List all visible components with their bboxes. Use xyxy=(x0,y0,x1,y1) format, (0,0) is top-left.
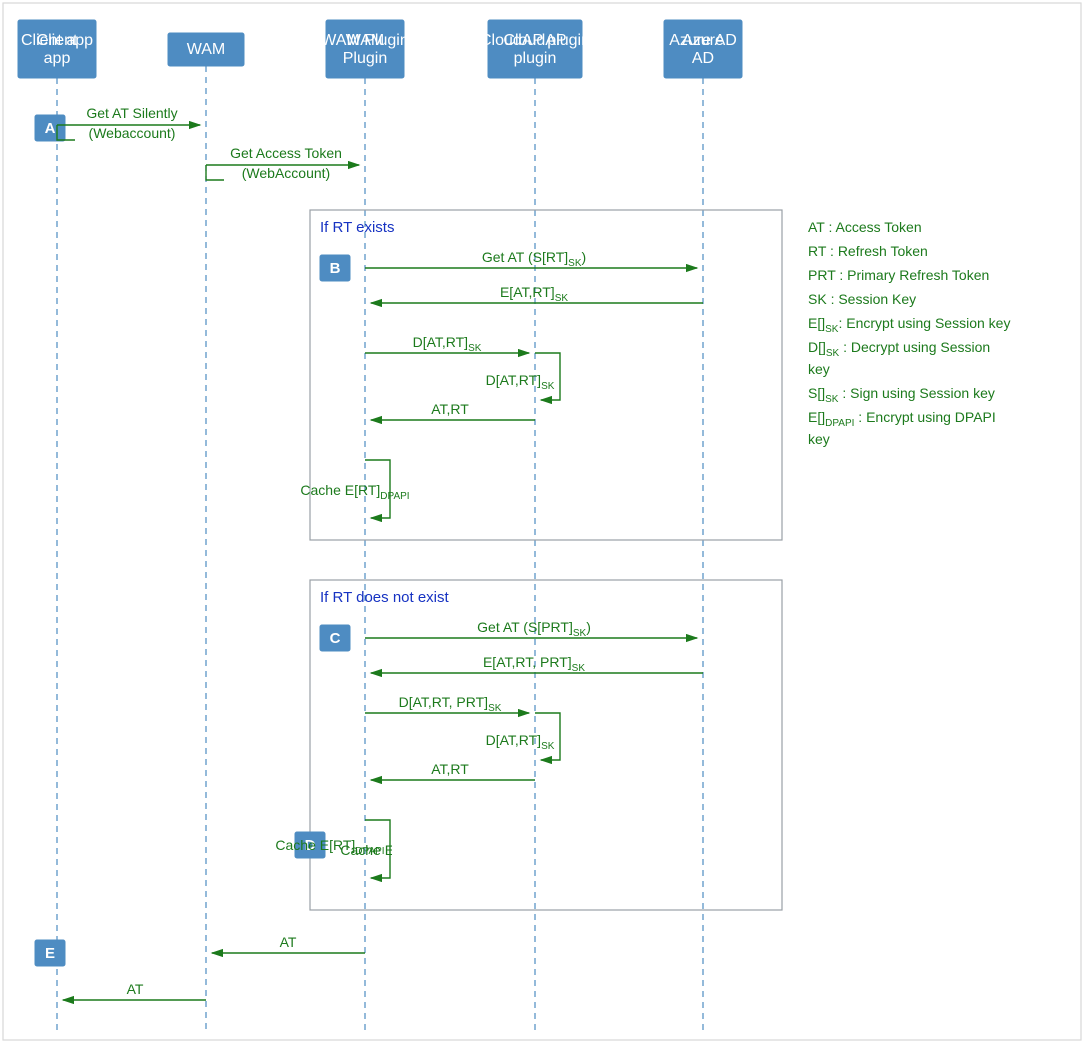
svg-text:AT: AT xyxy=(280,934,297,950)
svg-text:AT,RT: AT,RT xyxy=(431,401,469,417)
svg-text:E[AT,RT, PRT]SK: E[AT,RT, PRT]SK xyxy=(483,654,585,674)
svg-text:AT : Access Token: AT : Access Token xyxy=(808,219,922,235)
svg-text:If RT exists: If RT exists xyxy=(320,219,394,236)
svg-text:WAMPlugin: WAMPlugin xyxy=(343,32,387,67)
svg-text:E: E xyxy=(45,945,55,962)
svg-text:Cache E[RT]DPAPI: Cache E[RT]DPAPI xyxy=(300,482,409,502)
svg-text:Get AT (S[PRT]SK): Get AT (S[PRT]SK) xyxy=(477,619,591,639)
svg-text:AT: AT xyxy=(127,981,144,997)
svg-text:B: B xyxy=(330,260,341,277)
svg-text:Cache E[RT]DPAPI: Cache E[RT]DPAPI xyxy=(275,837,384,857)
svg-text:D[AT,RT]SK: D[AT,RT]SK xyxy=(486,372,555,392)
svg-text:Get AT (S[RT]SK): Get AT (S[RT]SK) xyxy=(482,249,586,269)
legend: AT : Access Token RT : Refresh Token PRT… xyxy=(808,219,1010,447)
actor-wam: WAM xyxy=(168,33,244,66)
svg-text:(WebAccount): (WebAccount) xyxy=(242,165,330,181)
sequence-diagram: Client app WAM WAM Plugin CloudAP plugin… xyxy=(0,0,1084,1043)
svg-text:Get Access Token: Get Access Token xyxy=(230,145,342,161)
svg-text:D[AT,RT]SK: D[AT,RT]SK xyxy=(486,732,555,752)
svg-text:S[]SK : Sign using Session key: S[]SK : Sign using Session key xyxy=(808,385,995,405)
svg-text:key: key xyxy=(808,431,830,447)
svg-text:D[]SK : Decrypt using Session: D[]SK : Decrypt using Session xyxy=(808,339,990,359)
svg-text:E[]SK: Encrypt using Session k: E[]SK: Encrypt using Session key xyxy=(808,315,1010,335)
svg-text:E[]DPAPI : Encrypt using DPAPI: E[]DPAPI : Encrypt using DPAPI xyxy=(808,409,996,429)
step-A: A xyxy=(35,115,65,141)
step-C: C xyxy=(320,625,350,651)
svg-text:key: key xyxy=(808,361,830,377)
svg-text:If RT does not exist: If RT does not exist xyxy=(320,589,450,606)
svg-text:PRT : Primary Refresh Token: PRT : Primary Refresh Token xyxy=(808,267,989,283)
svg-text:D[AT,RT]SK: D[AT,RT]SK xyxy=(413,334,482,354)
svg-text:A: A xyxy=(45,120,56,137)
svg-text:SK : Session Key: SK : Session Key xyxy=(808,291,916,307)
svg-text:(Webaccount): (Webaccount) xyxy=(89,125,176,141)
svg-text:WAM: WAM xyxy=(187,41,226,58)
svg-text:AT,RT: AT,RT xyxy=(431,761,469,777)
svg-text:E[AT,RT]SK: E[AT,RT]SK xyxy=(500,284,568,304)
svg-text:Get AT Silently: Get AT Silently xyxy=(86,105,177,121)
step-B: B xyxy=(320,255,350,281)
step-E: E xyxy=(35,940,65,966)
svg-text:D[AT,RT, PRT]SK: D[AT,RT, PRT]SK xyxy=(399,694,502,714)
svg-text:C: C xyxy=(330,630,341,647)
svg-text:RT : Refresh Token: RT : Refresh Token xyxy=(808,243,928,259)
